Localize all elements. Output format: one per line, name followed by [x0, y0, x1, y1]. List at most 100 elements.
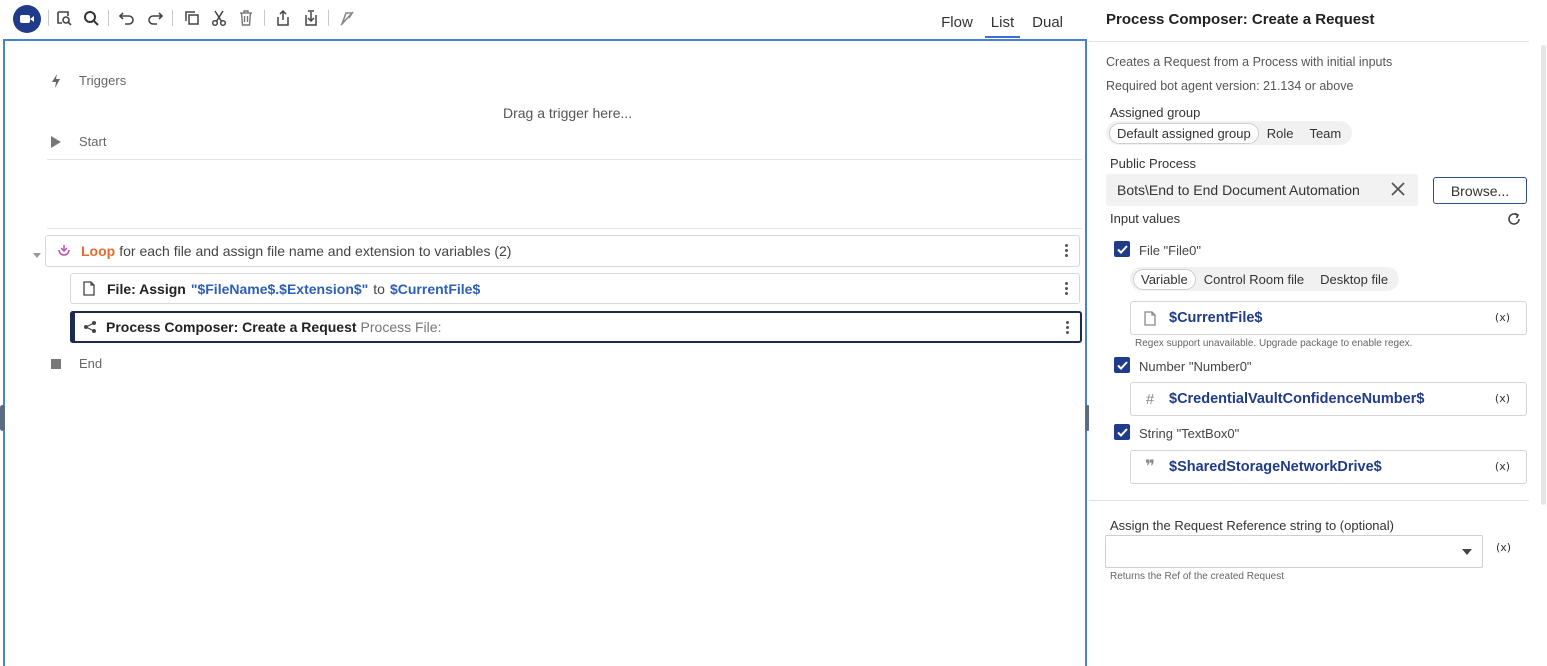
more-icon[interactable]	[1065, 282, 1069, 295]
copy-icon[interactable]	[181, 7, 203, 29]
file-assign-value: "$FileName$.$Extension$"	[190, 280, 369, 297]
loop-action[interactable]: Loop for each file and assign file name …	[45, 235, 1080, 267]
file-source-variable[interactable]: Variable	[1133, 268, 1196, 290]
file-assign-target: $CurrentFile$	[389, 280, 481, 297]
version-requirement: Required bot agent version: 21.134 or ab…	[1106, 79, 1354, 93]
disable-icon[interactable]	[336, 7, 358, 29]
string-input-value: $SharedStorageNetworkDrive$	[1169, 459, 1382, 475]
browse-button[interactable]: Browse...	[1433, 177, 1527, 204]
end-section: End	[49, 356, 102, 371]
toolbar-separator	[328, 10, 329, 26]
file-source-desktop[interactable]: Desktop file	[1312, 269, 1396, 290]
cut-icon[interactable]	[208, 7, 230, 29]
file-input-field[interactable]: $CurrentFile$ (x)	[1130, 301, 1527, 335]
redo-icon[interactable]	[144, 7, 166, 29]
editor-canvas: Triggers Drag a trigger here... Start Lo…	[3, 39, 1087, 666]
create-variable-button[interactable]: (x)	[1496, 541, 1511, 554]
assign-reference-select[interactable]	[1105, 535, 1483, 568]
left-resize-handle[interactable]	[0, 405, 5, 431]
end-label: End	[79, 356, 103, 371]
more-icon[interactable]	[1065, 244, 1069, 257]
toolbar: Flow List Dual	[0, 0, 1087, 38]
file-source-selector: Variable Control Room file Desktop file	[1130, 267, 1400, 291]
assign-reference-hint: Returns the Ref of the created Request	[1110, 571, 1284, 582]
export-icon[interactable]	[272, 7, 294, 29]
assigned-group-selector: Default assigned group Role Team	[1106, 121, 1353, 145]
close-icon[interactable]	[1390, 181, 1406, 200]
assigned-group-option-role[interactable]: Role	[1259, 123, 1302, 144]
file-input-checkbox[interactable]	[1114, 241, 1130, 257]
file-assign-title: File: Assign	[107, 280, 186, 297]
tab-dual[interactable]: Dual	[1026, 0, 1069, 38]
number-input-field[interactable]: # $CredentialVaultConfidenceNumber$ (x)	[1130, 382, 1527, 416]
properties-panel: Process Composer: Create a Request Creat…	[1089, 0, 1547, 666]
panel-scrollbar[interactable]	[1541, 45, 1546, 505]
public-process-label: Public Process	[1110, 156, 1196, 171]
record-icon[interactable]	[13, 5, 41, 33]
string-input-checkbox[interactable]	[1114, 424, 1130, 440]
tab-list[interactable]: List	[984, 0, 1021, 38]
tab-flow[interactable]: Flow	[935, 0, 979, 38]
panel-title: Process Composer: Create a Request	[1106, 11, 1375, 28]
view-tabs: Flow List Dual	[929, 0, 1069, 38]
share-nodes-icon	[83, 320, 97, 334]
triggers-label: Triggers	[79, 73, 127, 88]
file-assign-connector: to	[373, 280, 385, 297]
divider	[1089, 41, 1529, 42]
file-input-label: File "File0"	[1139, 243, 1201, 258]
drag-trigger-hint: Drag a trigger here...	[503, 105, 633, 121]
assign-reference-label: Assign the Request Reference string to (…	[1110, 518, 1394, 533]
insert-variable-button[interactable]: (x)	[1495, 311, 1510, 324]
find-in-page-icon[interactable]	[53, 7, 75, 29]
chevron-down-icon	[1462, 549, 1472, 555]
number-input-value: $CredentialVaultConfidenceNumber$	[1169, 391, 1425, 407]
public-process-field[interactable]: Bots\End to End Document Automation	[1106, 174, 1418, 206]
file-icon	[83, 281, 95, 296]
process-composer-action[interactable]: Process Composer: Create a Request Proce…	[70, 311, 1082, 343]
play-icon	[49, 135, 63, 148]
collapse-arrow-icon[interactable]	[33, 247, 41, 262]
assigned-group-label: Assigned group	[1110, 105, 1201, 120]
start-section[interactable]: Start	[49, 134, 106, 149]
insert-variable-button[interactable]: (x)	[1495, 392, 1510, 405]
divider	[1089, 500, 1529, 501]
undo-icon[interactable]	[116, 7, 138, 29]
string-input-field[interactable]: ❞ $SharedStorageNetworkDrive$ (x)	[1130, 450, 1527, 484]
start-label: Start	[79, 134, 107, 149]
stop-icon	[49, 358, 63, 369]
file-icon	[1131, 310, 1169, 326]
input-values-label: Input values	[1110, 211, 1181, 226]
toolbar-separator	[264, 10, 265, 26]
assigned-group-option-team[interactable]: Team	[1301, 123, 1349, 144]
lightning-icon	[49, 73, 63, 88]
file-input-value: $CurrentFile$	[1169, 310, 1263, 326]
quote-icon: ❞	[1145, 457, 1155, 476]
process-action-title: Process Composer: Create a Request	[106, 319, 357, 335]
loop-icon	[56, 244, 72, 258]
delete-icon[interactable]	[235, 7, 257, 29]
file-assign-action[interactable]: File: Assign "$FileName$.$Extension$" to…	[70, 273, 1080, 304]
refresh-icon[interactable]	[1507, 212, 1521, 229]
triggers-section[interactable]: Triggers	[49, 73, 126, 88]
toolbar-separator	[108, 10, 109, 26]
insert-variable-button[interactable]: (x)	[1495, 460, 1510, 473]
start-drop-area[interactable]	[47, 159, 1082, 229]
selection-indicator	[70, 311, 75, 343]
loop-description: for each file and assign file name and e…	[119, 243, 512, 259]
number-input-label: Number "Number0"	[1139, 359, 1252, 374]
loop-keyword: Loop	[81, 243, 116, 259]
more-icon[interactable]	[1066, 321, 1070, 334]
toolbar-separator	[172, 10, 173, 26]
string-input-label: String "TextBox0"	[1139, 426, 1240, 441]
toolbar-separator	[48, 10, 49, 26]
hash-icon: #	[1145, 390, 1155, 408]
regex-hint: Regex support unavailable. Upgrade packa…	[1135, 338, 1413, 349]
import-icon[interactable]	[300, 7, 322, 29]
search-icon[interactable]	[80, 7, 102, 29]
file-source-control-room[interactable]: Control Room file	[1196, 269, 1312, 290]
public-process-value: Bots\End to End Document Automation	[1117, 182, 1360, 198]
assigned-group-option-default[interactable]: Default assigned group	[1109, 122, 1259, 144]
action-description: Creates a Request from a Process with in…	[1106, 55, 1393, 69]
number-input-checkbox[interactable]	[1114, 357, 1130, 373]
process-action-detail: Process File:	[360, 319, 442, 335]
